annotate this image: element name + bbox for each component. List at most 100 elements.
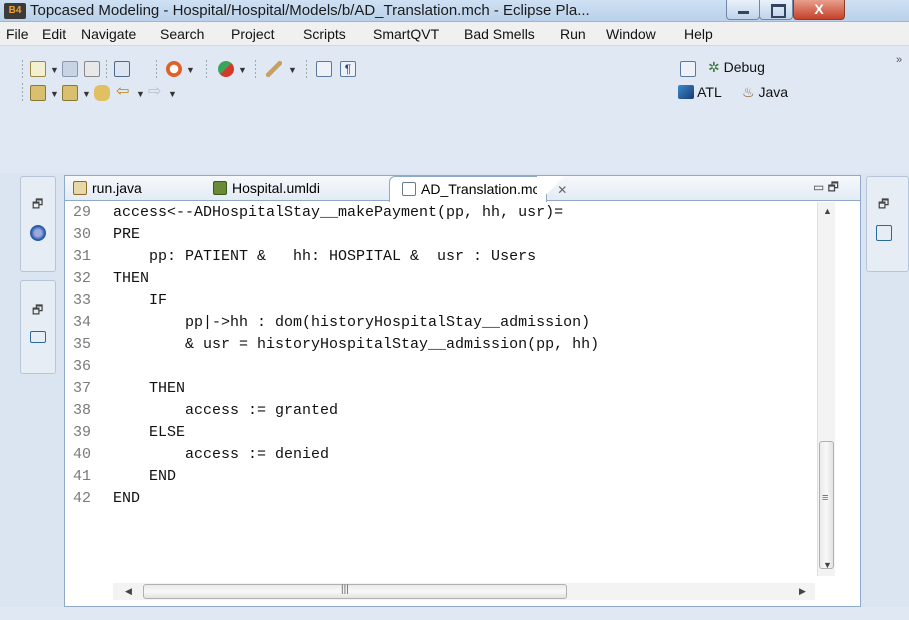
app-icon-label: B4 bbox=[8, 5, 22, 16]
menu-bad-smells[interactable]: Bad Smells bbox=[464, 26, 535, 42]
toolbar-separator bbox=[206, 60, 207, 78]
menu-run[interactable]: Run bbox=[560, 26, 586, 42]
scroll-left-icon[interactable]: ◀ bbox=[125, 586, 132, 597]
close-button[interactable]: X bbox=[793, 0, 845, 20]
menu-file[interactable]: File bbox=[6, 26, 29, 42]
back-dropdown-icon[interactable]: ▼ bbox=[136, 89, 145, 99]
line-text: access := granted bbox=[113, 402, 339, 419]
navigator-icon[interactable] bbox=[30, 225, 46, 241]
uml-diagram-icon bbox=[213, 181, 227, 195]
close-icon: X bbox=[814, 1, 824, 17]
hierarchy-icon[interactable] bbox=[30, 331, 46, 343]
line-number: 40 bbox=[73, 446, 92, 463]
toolbar-separator bbox=[156, 60, 157, 78]
atl-icon bbox=[678, 85, 694, 99]
perspective-overflow-icon[interactable]: » bbox=[896, 54, 902, 66]
minimize-button[interactable] bbox=[726, 0, 760, 20]
menu-bar: File Edit Navigate Search Project Script… bbox=[0, 22, 909, 46]
maximize-button[interactable] bbox=[759, 0, 793, 20]
perspective-atl[interactable]: ATL bbox=[678, 84, 722, 100]
open-perspective-icon[interactable] bbox=[680, 61, 696, 77]
horizontal-scrollbar[interactable]: ◀ ||| ▶ bbox=[113, 583, 815, 600]
save-icon[interactable] bbox=[62, 61, 78, 77]
binary-icon[interactable] bbox=[114, 61, 130, 77]
restore-icon[interactable]: 🗗 bbox=[878, 195, 892, 211]
line-text: END bbox=[113, 468, 177, 485]
restore-icon[interactable]: 🗗 bbox=[32, 195, 46, 211]
show-whitespace-icon[interactable]: ¶ bbox=[340, 61, 356, 77]
menu-help[interactable]: Help bbox=[684, 26, 713, 42]
editor-panel: run.java Hospital.umldi AD_Translation.m… bbox=[64, 175, 861, 607]
java-file-icon bbox=[73, 181, 87, 195]
next-annotation-dropdown-icon[interactable]: ▼ bbox=[50, 89, 59, 99]
block-selection-icon[interactable] bbox=[316, 61, 332, 77]
print-icon[interactable] bbox=[84, 61, 100, 77]
outline-icon[interactable] bbox=[876, 225, 892, 241]
pencil-dropdown-icon[interactable]: ▼ bbox=[288, 65, 297, 75]
menu-search[interactable]: Search bbox=[160, 26, 204, 42]
bug-icon: ✲ bbox=[708, 59, 720, 75]
tab-curve bbox=[537, 176, 567, 201]
run-dropdown-icon[interactable]: ▼ bbox=[238, 65, 247, 75]
run-config-icon[interactable] bbox=[218, 61, 234, 77]
left-trim-bottom: 🗗 bbox=[20, 280, 56, 374]
tab-label: run.java bbox=[92, 180, 142, 196]
line-number: 42 bbox=[73, 490, 92, 507]
line-text: access<--ADHospitalStay__makePayment(pp,… bbox=[113, 204, 564, 221]
menu-scripts[interactable]: Scripts bbox=[303, 26, 346, 42]
scroll-right-icon[interactable]: ▶ bbox=[799, 586, 806, 597]
minimize-maximize-icon[interactable]: ▭ 🗗 bbox=[813, 178, 839, 199]
menu-navigate[interactable]: Navigate bbox=[81, 26, 136, 42]
right-trim: 🗗 bbox=[866, 176, 909, 272]
line-number: 37 bbox=[73, 380, 92, 397]
new-dropdown-icon[interactable]: ▼ bbox=[50, 65, 59, 75]
line-text: pp|->hh : dom(historyHospitalStay__admis… bbox=[113, 314, 591, 331]
back-icon[interactable]: ⇦ bbox=[116, 84, 132, 101]
perspective-debug[interactable]: ✲ Debug bbox=[708, 59, 765, 76]
vertical-scroll-thumb[interactable] bbox=[819, 441, 834, 569]
search-dropdown-icon[interactable]: ▼ bbox=[186, 65, 195, 75]
search-icon[interactable] bbox=[166, 61, 182, 77]
tab-label: AD_Translation.mch bbox=[421, 181, 548, 197]
previous-annotation-icon[interactable] bbox=[62, 85, 78, 101]
scroll-down-icon[interactable]: ▼ bbox=[823, 560, 832, 570]
line-text: & usr = historyHospitalStay__admission(p… bbox=[113, 336, 600, 353]
previous-annotation-dropdown-icon[interactable]: ▼ bbox=[82, 89, 91, 99]
forward-dropdown-icon[interactable]: ▼ bbox=[168, 89, 177, 99]
vertical-scrollbar[interactable]: ▲ ▼ bbox=[817, 202, 835, 576]
perspective-debug-label: Debug bbox=[723, 59, 765, 75]
line-number: 34 bbox=[73, 314, 92, 331]
line-number: 31 bbox=[73, 248, 92, 265]
horizontal-scroll-thumb[interactable]: ||| bbox=[143, 584, 567, 599]
pencil-icon[interactable] bbox=[266, 61, 282, 77]
menu-smartqvt[interactable]: SmartQVT bbox=[373, 26, 439, 42]
menu-window[interactable]: Window bbox=[606, 26, 656, 42]
code-area[interactable]: 29 access<--ADHospitalStay__makePayment(p… bbox=[65, 202, 817, 574]
tab-label: Hospital.umldi bbox=[232, 180, 320, 196]
editor-tab-bar: run.java Hospital.umldi AD_Translation.m… bbox=[65, 176, 860, 202]
left-trim-top: 🗗 bbox=[20, 176, 56, 272]
app-logo-icon: B4 bbox=[4, 3, 26, 19]
line-text: access := denied bbox=[113, 446, 330, 463]
menu-project[interactable]: Project bbox=[231, 26, 275, 42]
line-text: THEN bbox=[113, 270, 150, 287]
menu-edit[interactable]: Edit bbox=[42, 26, 66, 42]
tab-run-java[interactable]: run.java bbox=[73, 176, 142, 201]
tab-ad-translation[interactable]: AD_Translation.mch ✕ bbox=[389, 176, 567, 202]
next-annotation-icon[interactable] bbox=[30, 85, 46, 101]
forward-icon[interactable]: ⇨ bbox=[148, 84, 164, 101]
title-bar: B4 Topcased Modeling - Hospital/Hospital… bbox=[0, 0, 909, 22]
toolbar-separator bbox=[306, 60, 307, 78]
perspective-java[interactable]: ♨ Java bbox=[742, 84, 788, 101]
toolbar: ▼ ▼ ▼ ▼ ¶ ▼ ▼ ⇦ ▼ ⇨ ▼ ✲ Debug ATL ♨ Java… bbox=[0, 46, 909, 173]
scroll-up-icon[interactable]: ▲ bbox=[823, 206, 832, 216]
line-number: 32 bbox=[73, 270, 92, 287]
toolbar-separator bbox=[255, 60, 256, 78]
restore-icon[interactable]: 🗗 bbox=[32, 301, 46, 317]
java-icon: ♨ bbox=[742, 84, 755, 100]
line-text: END bbox=[113, 490, 141, 507]
new-file-icon[interactable] bbox=[30, 61, 46, 77]
tab-hospital-umldi[interactable]: Hospital.umldi bbox=[213, 176, 320, 201]
last-edit-icon[interactable] bbox=[94, 85, 110, 101]
perspective-bar: ✲ Debug ATL ♨ Java » bbox=[640, 46, 909, 100]
